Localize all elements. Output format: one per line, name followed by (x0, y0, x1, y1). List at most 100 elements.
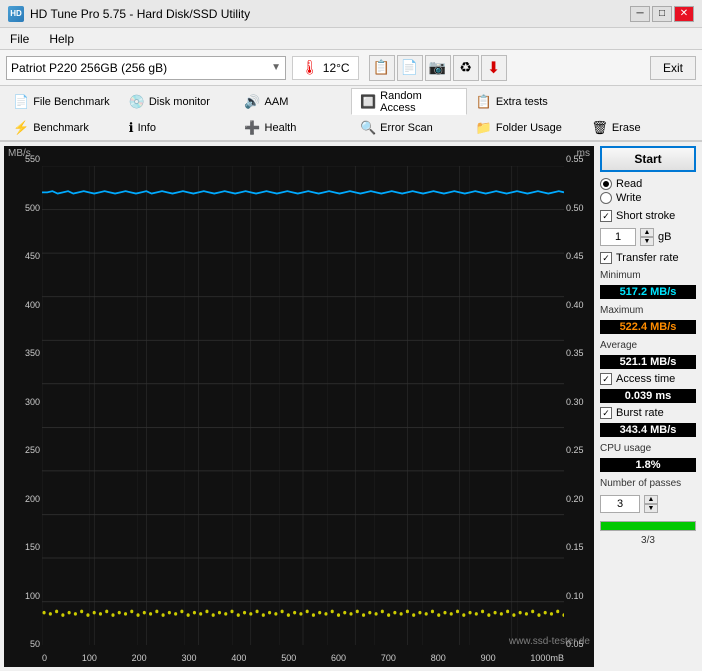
read-write-radio-group: Read Write (600, 178, 696, 204)
tab-disk-monitor[interactable]: 💿 Disk monitor (120, 88, 236, 114)
right-panel: Start Read Write ✓ Short stroke ▲ ▼ gB (594, 142, 702, 671)
aam-icon: 🔊 (244, 94, 260, 110)
tab-info-label: Info (138, 122, 156, 134)
exit-button[interactable]: Exit (650, 56, 696, 80)
erase-icon: 🗑 (591, 120, 608, 136)
transfer-rate-row[interactable]: ✓ Transfer rate (600, 252, 696, 264)
temperature-icon: 🌡 (301, 59, 319, 76)
passes-input[interactable] (600, 495, 640, 513)
tab-file-benchmark-label: File Benchmark (33, 96, 109, 108)
short-stroke-down[interactable]: ▼ (640, 237, 654, 246)
app-icon: HD (8, 6, 24, 22)
short-stroke-value-row: ▲ ▼ gB (600, 228, 696, 246)
short-stroke-input[interactable] (600, 228, 636, 246)
menu-bar: File Help (0, 28, 702, 50)
tab-folder-usage[interactable]: 📁 Folder Usage (467, 114, 583, 140)
benchmark-icon: ⚡ (13, 120, 29, 136)
temperature-display: 🌡 12°C (292, 56, 359, 80)
tab-extra-tests-label: Extra tests (496, 96, 548, 108)
passes-up[interactable]: ▲ (644, 495, 658, 504)
read-radio[interactable]: Read (600, 178, 696, 190)
tab-error-scan[interactable]: 🔍 Error Scan (351, 114, 467, 140)
tab-bar: 📄 File Benchmark 💿 Disk monitor 🔊 AAM 🔲 … (0, 86, 702, 142)
transfer-rate-checkbox[interactable]: ✓ (600, 252, 612, 264)
download-icon-btn[interactable]: ⬇ (481, 55, 507, 81)
access-time-label: Access time (616, 373, 675, 385)
chart-container: MB/s ms 550 500 450 400 350 300 250 200 … (4, 146, 594, 667)
tab-health[interactable]: ➕ Health (235, 114, 351, 140)
info-icon: ℹ (129, 120, 134, 136)
app-title: HD Tune Pro 5.75 - Hard Disk/SSD Utility (30, 7, 250, 21)
tab-info[interactable]: ℹ Info (120, 114, 236, 140)
tab-error-scan-label: Error Scan (380, 122, 433, 134)
short-stroke-row[interactable]: ✓ Short stroke (600, 210, 696, 222)
menu-help[interactable]: Help (43, 30, 80, 48)
short-stroke-spinner: ▲ ▼ (640, 228, 654, 246)
burst-rate-checkbox[interactable]: ✓ (600, 407, 612, 419)
tab-random-access[interactable]: 🔲 Random Access (351, 88, 467, 115)
cpu-usage-value: 1.8% (600, 458, 696, 472)
transfer-rate-label: Transfer rate (616, 252, 679, 264)
recycle-icon-btn[interactable]: ♻ (453, 55, 479, 81)
tab-file-benchmark[interactable]: 📄 File Benchmark (4, 88, 120, 114)
random-access-icon: 🔲 (360, 94, 376, 110)
menu-file[interactable]: File (4, 30, 35, 48)
temperature-value: 12°C (323, 61, 350, 75)
camera-icon-btn[interactable]: 📷 (425, 55, 451, 81)
info-icon-btn[interactable]: 📋 (369, 55, 395, 81)
main-content: MB/s ms 550 500 450 400 350 300 250 200 … (0, 142, 702, 671)
toolbar: Patriot P220 256GB (256 gB) ▼ 🌡 12°C 📋 📄… (0, 50, 702, 86)
title-bar: HD HD Tune Pro 5.75 - Hard Disk/SSD Util… (0, 0, 702, 28)
tab-aam-label: AAM (265, 96, 289, 108)
short-stroke-label: Short stroke (616, 210, 675, 222)
x-axis: 0 100 200 300 400 500 600 700 800 900 10… (42, 653, 564, 663)
close-button[interactable]: ✕ (674, 6, 694, 22)
burst-rate-label: Burst rate (616, 407, 664, 419)
access-time-row[interactable]: ✓ Access time (600, 373, 696, 385)
tab-benchmark[interactable]: ⚡ Benchmark (4, 114, 120, 140)
write-label: Write (616, 192, 641, 204)
short-stroke-unit: gB (658, 231, 671, 243)
file-benchmark-icon: 📄 (13, 94, 29, 110)
tab-disk-monitor-label: Disk monitor (149, 96, 210, 108)
maximize-button[interactable]: □ (652, 6, 672, 22)
average-value: 521.1 MB/s (600, 355, 696, 369)
burst-rate-row[interactable]: ✓ Burst rate (600, 407, 696, 419)
short-stroke-checkbox[interactable]: ✓ (600, 210, 612, 222)
passes-display: 3/3 (600, 535, 696, 546)
maximum-label: Maximum (600, 305, 696, 316)
y-axis-left: 550 500 450 400 350 300 250 200 150 100 … (4, 146, 42, 667)
access-time-checkbox[interactable]: ✓ (600, 373, 612, 385)
copy-icon-btn[interactable]: 📄 (397, 55, 423, 81)
health-icon: ➕ (244, 120, 260, 136)
passes-down[interactable]: ▼ (644, 504, 658, 513)
toolbar-icons: 📋 📄 📷 ♻ ⬇ (369, 55, 507, 81)
error-scan-icon: 🔍 (360, 120, 376, 136)
passes-spin-row: ▲ ▼ (600, 495, 696, 513)
minimize-button[interactable]: ─ (630, 6, 650, 22)
minimum-value: 517.2 MB/s (600, 285, 696, 299)
tab-extra-tests[interactable]: 📋 Extra tests (467, 88, 583, 114)
chart-svg (42, 166, 564, 645)
passes-label: Number of passes (600, 478, 696, 489)
burst-rate-value: 343.4 MB/s (600, 423, 696, 437)
write-radio[interactable]: Write (600, 192, 696, 204)
tab-aam[interactable]: 🔊 AAM (235, 88, 351, 114)
tab-random-access-label: Random Access (380, 90, 457, 114)
cpu-usage-label: CPU usage (600, 443, 696, 454)
write-radio-btn[interactable] (600, 192, 612, 204)
start-button[interactable]: Start (600, 146, 696, 172)
passes-progress-bar (600, 521, 696, 531)
disk-monitor-icon: 💿 (129, 94, 145, 110)
tab-erase[interactable]: 🗑 Erase (582, 114, 698, 140)
window-controls: ─ □ ✕ (630, 6, 694, 22)
read-label: Read (616, 178, 642, 190)
y-axis-right: 0.55 0.50 0.45 0.40 0.35 0.30 0.25 0.20 … (564, 146, 594, 667)
dropdown-arrow-icon: ▼ (271, 62, 281, 73)
read-radio-btn[interactable] (600, 178, 612, 190)
short-stroke-up[interactable]: ▲ (640, 228, 654, 237)
average-label: Average (600, 340, 696, 351)
watermark: www.ssd-tester.de (509, 636, 590, 647)
device-selector[interactable]: Patriot P220 256GB (256 gB) ▼ (6, 56, 286, 80)
chart-inner (42, 166, 564, 645)
